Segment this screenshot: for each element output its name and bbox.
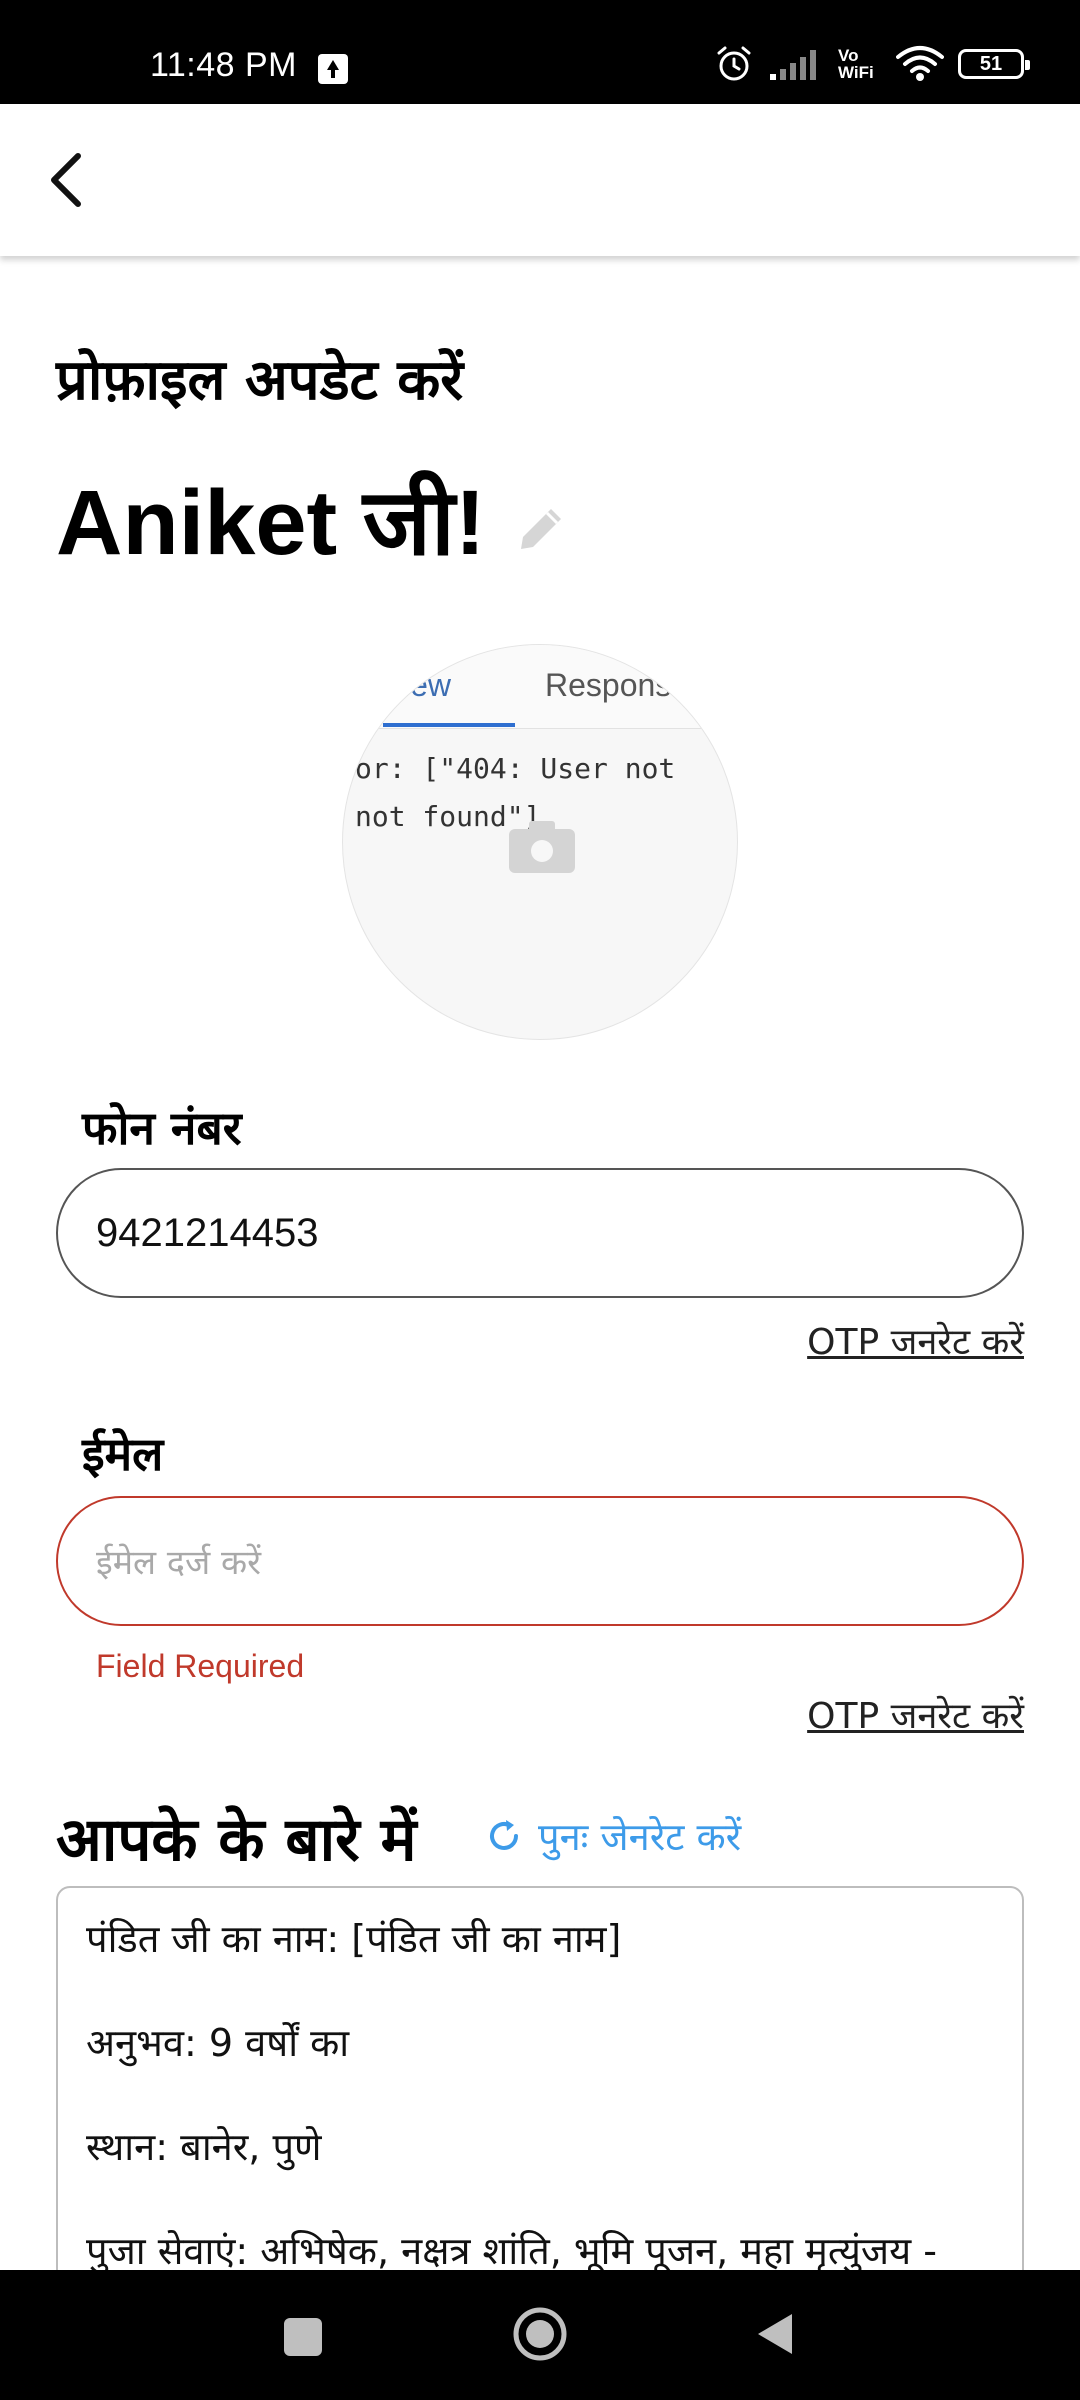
- about-line: स्थान: बानेर, पुणे: [86, 2125, 322, 2169]
- status-bar: 11:48 PM Vo WiFi 51: [0, 0, 1080, 104]
- phone-field[interactable]: 9421214453: [56, 1168, 1024, 1298]
- email-otp-link[interactable]: OTP जनरेट करें: [807, 1690, 1024, 1739]
- regenerate-label: पुनः जेनरेट करें: [538, 1815, 742, 1859]
- wifi-icon: [896, 46, 944, 81]
- status-time: 11:48 PM: [150, 46, 298, 84]
- avatar-image-tab-response: Respons: [545, 667, 672, 703]
- profile-form: प्रोफ़ाइल अपडेट करें Aniket जी! view Res…: [0, 256, 1080, 2270]
- about-title: आपके के बारे में: [56, 1805, 417, 1875]
- recents-button[interactable]: [284, 2318, 322, 2356]
- avatar-image-tab-underline: [383, 723, 515, 727]
- back-button[interactable]: [30, 144, 102, 216]
- battery-indicator: 51: [958, 49, 1030, 79]
- signal-icon: [770, 50, 816, 80]
- upload-icon: [318, 54, 348, 84]
- phone-otp-link[interactable]: OTP जनरेट करें: [807, 1316, 1024, 1365]
- regenerate-button[interactable]: पुनः जेनरेट करें: [484, 1810, 741, 1862]
- phone-label: फोन नंबर: [82, 1101, 242, 1155]
- email-input[interactable]: [96, 1538, 976, 1584]
- email-label: ईमेल: [82, 1427, 164, 1481]
- about-textarea[interactable]: पंडित जी का नाम: [पंडित जी का नाम] अनुभव…: [56, 1886, 1024, 2270]
- camera-icon[interactable]: [507, 817, 577, 875]
- name-row: Aniket जी!: [56, 456, 569, 581]
- about-line: पंडित जी का नाम: [पंडित जी का नाम]: [86, 1917, 622, 1961]
- user-name: Aniket जी!: [56, 472, 486, 574]
- avatar-code-line: or: ["404: User not: [355, 752, 676, 785]
- email-field[interactable]: [56, 1496, 1024, 1626]
- avatar[interactable]: view Respons or: ["404: User not not fou…: [342, 644, 738, 1040]
- status-icons: Vo WiFi 51: [714, 44, 1030, 84]
- vowifi-label: Vo WiFi: [838, 46, 874, 82]
- avatar-image-tab-preview: view: [387, 667, 452, 703]
- refresh-icon: [490, 1820, 518, 1850]
- pencil-icon[interactable]: [513, 501, 569, 557]
- app-bar: [0, 104, 1080, 256]
- avatar-image-tabs: view Respons: [343, 645, 737, 729]
- email-error-text: Field Required: [96, 1648, 305, 1684]
- nav-back-button[interactable]: [752, 2310, 796, 2358]
- phone-value: 9421214453: [96, 1210, 319, 1255]
- about-line: पुजा सेवाएं: अभिषेक, नक्षत्र शांति, भूमि…: [86, 2229, 937, 2270]
- about-line: अनुभव: 9 वर्षों का: [86, 2021, 350, 2065]
- alarm-icon: [717, 46, 751, 81]
- system-nav-bar: [0, 2270, 1080, 2400]
- chevron-left-icon: [51, 153, 81, 207]
- home-button[interactable]: [512, 2306, 568, 2362]
- page-title: प्रोफ़ाइल अपडेट करें: [56, 348, 464, 413]
